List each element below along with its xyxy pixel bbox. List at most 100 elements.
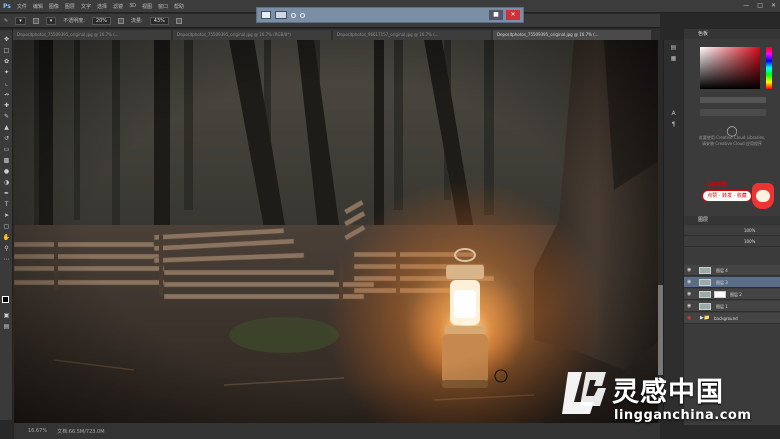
- move-tool-icon[interactable]: ✥: [2, 36, 11, 44]
- mascot-fox-icon: [752, 183, 774, 209]
- visibility-eye-icon[interactable]: ◉: [687, 289, 695, 300]
- visibility-eye-icon[interactable]: ◉: [687, 313, 695, 324]
- bridge-dot-icon[interactable]: [291, 12, 296, 18]
- properties-icon[interactable]: ▦: [668, 55, 679, 64]
- eyedropper-icon[interactable]: ↛: [2, 91, 11, 99]
- bridge-ps-icon[interactable]: [261, 11, 271, 19]
- dodge-tool-icon[interactable]: ◑: [2, 179, 11, 187]
- maximize-icon[interactable]: □: [757, 2, 763, 9]
- foreground-color-swatch[interactable]: [2, 296, 9, 303]
- more-tools-icon[interactable]: ⋯: [2, 256, 11, 264]
- hue-slider[interactable]: [766, 47, 772, 89]
- menu-window[interactable]: 窗口: [158, 3, 168, 10]
- window-controls: — □ ✕: [743, 2, 776, 9]
- panel-icon-strip: ▤ ▦ A ¶: [663, 40, 683, 420]
- menu-3d[interactable]: 3D: [129, 3, 136, 9]
- menu-view[interactable]: 视图: [142, 3, 152, 10]
- flow-field[interactable]: 43%: [149, 16, 169, 25]
- visibility-eye-icon[interactable]: ◉: [687, 265, 695, 276]
- brush-tool-icon[interactable]: ✎: [2, 113, 11, 121]
- brush-preset-picker[interactable]: ▾: [15, 16, 26, 25]
- blur-tool-icon[interactable]: ●: [2, 168, 11, 176]
- swatches-tab[interactable]: 色板: [684, 29, 780, 39]
- menu-select[interactable]: 选择: [97, 3, 107, 10]
- layer-row-group[interactable]: ◉ ▶📁 background: [684, 313, 780, 324]
- crop-tool-icon[interactable]: ⌞: [2, 80, 11, 88]
- airbrush-icon[interactable]: [175, 17, 182, 24]
- menu-layer[interactable]: 图层: [65, 3, 75, 10]
- layer-name[interactable]: 图层 3: [716, 277, 728, 288]
- history-brush-icon[interactable]: ↺: [2, 135, 11, 143]
- layer-name[interactable]: 图层 2: [730, 289, 742, 300]
- healing-brush-icon[interactable]: ✚: [2, 102, 11, 110]
- character-icon[interactable]: A: [668, 110, 679, 119]
- quick-select-icon[interactable]: ✦: [2, 69, 11, 77]
- bridge-close-icon[interactable]: ✕: [506, 10, 520, 20]
- menu-file[interactable]: 文件: [17, 3, 27, 10]
- flow-label: 流量:: [131, 18, 143, 24]
- lg-logo-icon: [562, 372, 606, 414]
- gradient-tool-icon[interactable]: ▩: [2, 157, 11, 165]
- menu-type[interactable]: 文字: [81, 3, 91, 10]
- pen-tool-icon[interactable]: ✒: [2, 190, 11, 198]
- layer-name[interactable]: 图层 1: [716, 301, 728, 312]
- zoom-tool-icon[interactable]: ⚲: [2, 245, 11, 253]
- layer-mask-thumbnail[interactable]: [714, 291, 726, 298]
- bridge-layout-icon[interactable]: [275, 11, 287, 19]
- folder-icon: ▶📁: [700, 315, 711, 321]
- watermark-cn: 灵感中国: [612, 377, 724, 408]
- layer-row-selected[interactable]: ◉ 图层 3: [684, 277, 780, 288]
- paragraph-icon[interactable]: ¶: [668, 121, 679, 130]
- promo-heading: 小孩说明!: [706, 182, 729, 188]
- doc-tab-active[interactable]: Depositphotos_75509395_original.jpg @ 16…: [493, 29, 651, 40]
- layers-tab[interactable]: 图层: [684, 216, 780, 225]
- opacity-field[interactable]: 20%: [91, 16, 112, 25]
- visibility-eye-icon[interactable]: ◉: [687, 301, 695, 312]
- menu-image[interactable]: 图像: [49, 3, 59, 10]
- lasso-tool-icon[interactable]: ✿: [2, 58, 11, 66]
- type-tool-icon[interactable]: T: [2, 201, 11, 209]
- libraries-dropdown[interactable]: [700, 97, 766, 103]
- libraries-search[interactable]: [700, 109, 766, 116]
- screen-mode-icon[interactable]: ▤: [2, 323, 11, 331]
- history-icon[interactable]: ▤: [668, 44, 679, 53]
- brush-tool-icon[interactable]: ✎: [4, 18, 8, 24]
- menu-edit[interactable]: 编辑: [33, 3, 43, 10]
- color-picker-field[interactable]: [700, 47, 760, 89]
- hand-tool-icon[interactable]: ✋: [2, 234, 11, 242]
- watermark-url: lingganchina.com: [614, 408, 752, 423]
- toolbox: ✥ □ ✿ ✦ ⌞ ↛ ✚ ✎ ▲ ↺ ▭ ▩ ● ◑ ✒ T ➤ ▢ ✋ ⚲ …: [0, 30, 13, 420]
- layer-row[interactable]: ◉ 图层 1: [684, 301, 780, 312]
- layer-opacity[interactable]: 100%: [744, 226, 755, 236]
- mode-select[interactable]: ▾: [45, 16, 57, 25]
- shape-tool-icon[interactable]: ▢: [2, 223, 11, 231]
- quick-mask-icon[interactable]: ▣: [2, 312, 11, 320]
- close-icon[interactable]: ✕: [771, 2, 776, 9]
- layer-lock-bar[interactable]: 100%: [684, 237, 780, 247]
- layer-name[interactable]: 图层 4: [716, 265, 728, 276]
- menu-help[interactable]: 帮助: [174, 3, 184, 10]
- menu-filter[interactable]: 滤镜: [113, 3, 123, 10]
- doc-tab[interactable]: Depositphotos_75509395_original.jpg @ 16…: [13, 29, 171, 40]
- cc-line-2: 请安装 Creative Cloud 应用程序: [701, 141, 762, 146]
- zoom-level[interactable]: 16.67%: [28, 428, 47, 434]
- clone-stamp-icon[interactable]: ▲: [2, 124, 11, 132]
- layer-filter-bar[interactable]: 100%: [684, 226, 780, 236]
- eraser-icon[interactable]: ▭: [2, 146, 11, 154]
- layer-thumbnail: [699, 303, 711, 310]
- pressure-opacity-icon[interactable]: [118, 17, 125, 24]
- doc-tab[interactable]: Depositphotos_96617157_original.jpg @ 16…: [333, 29, 491, 40]
- bridge-minimize-icon[interactable]: ■: [489, 10, 503, 20]
- path-select-icon[interactable]: ➤: [2, 212, 11, 220]
- layer-row[interactable]: ◉ 图层 2: [684, 289, 780, 300]
- layer-fill[interactable]: 100%: [744, 237, 755, 247]
- bridge-dot2-icon[interactable]: [300, 12, 305, 18]
- marquee-tool-icon[interactable]: □: [2, 47, 11, 55]
- toggle-brush-panel-icon[interactable]: [32, 17, 39, 24]
- minimize-icon[interactable]: —: [743, 2, 749, 9]
- doc-tab[interactable]: Depositphotos_75509395_original.jpg @ 16…: [173, 29, 331, 40]
- layer-row[interactable]: ◉ 图层 4: [684, 265, 780, 276]
- layer-name[interactable]: background: [714, 313, 738, 324]
- layer-thumbnail: [699, 279, 711, 286]
- visibility-eye-icon[interactable]: ◉: [687, 277, 695, 288]
